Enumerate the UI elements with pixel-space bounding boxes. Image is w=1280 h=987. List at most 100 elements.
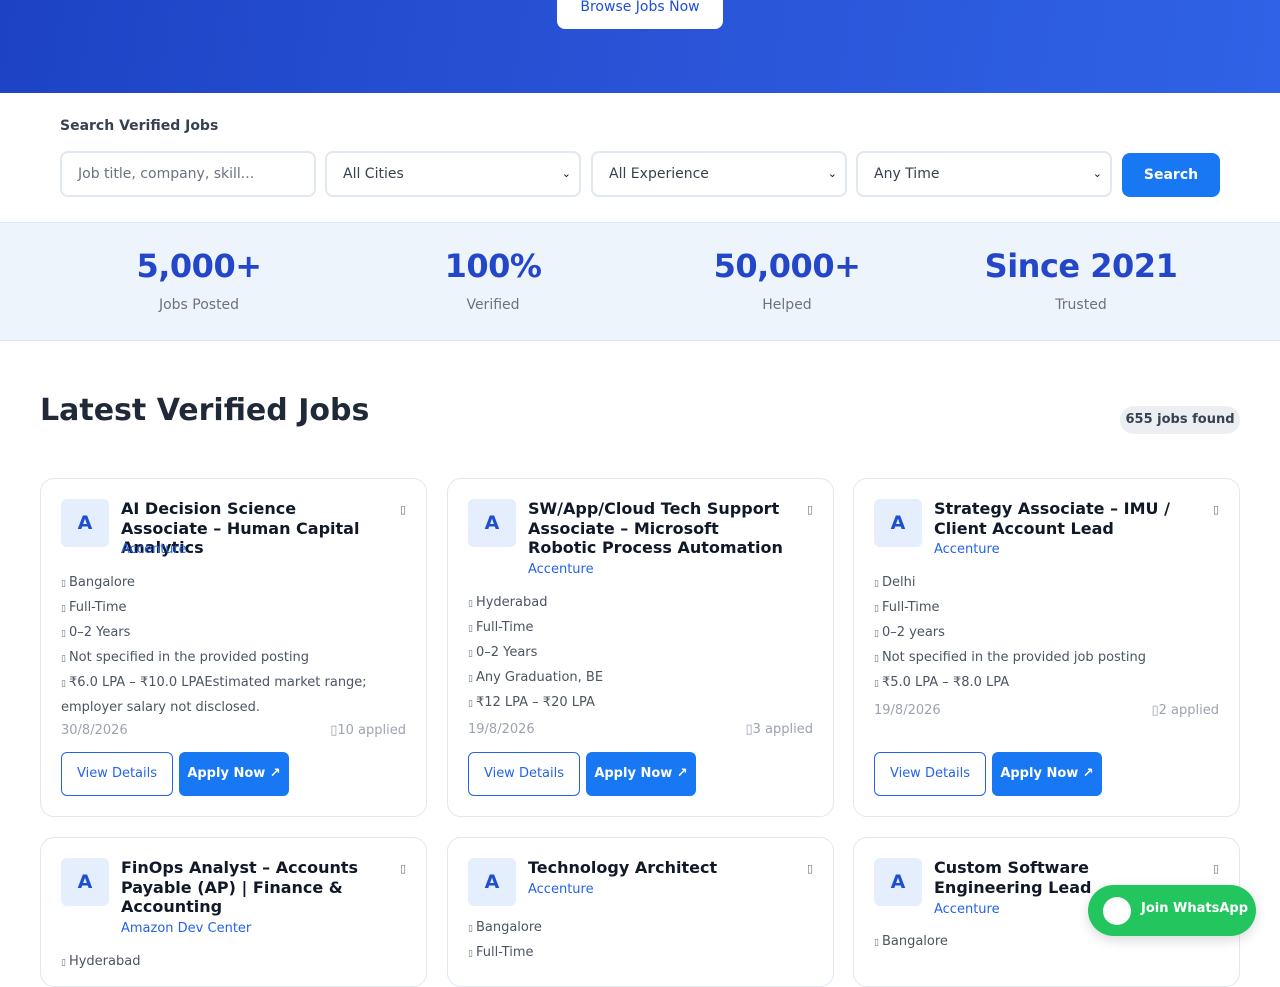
job-experience: 0–2 Years <box>475 645 538 660</box>
users-icon: ▯ <box>1151 703 1159 718</box>
job-card[interactable]: A Technology Architect Accenture ▯ ▯ Bang… <box>447 837 834 987</box>
job-location: Bangalore <box>881 934 948 949</box>
job-salary: ₹6.0 LPA – ₹10.0 LPAEstimated market ran… <box>61 675 367 715</box>
post-date: 19/8/2026 <box>874 703 941 718</box>
location-icon: ▯ <box>468 599 473 609</box>
company-logo: A <box>874 499 922 547</box>
education-icon: ▯ <box>874 654 879 664</box>
job-type: Full-Time <box>475 945 534 960</box>
job-title[interactable]: Strategy Associate – IMU / Client Accoun… <box>934 499 1196 538</box>
stat-value: 50,000+ <box>713 247 861 285</box>
apply-now-button[interactable]: Apply Now ↗ <box>179 752 289 796</box>
job-card[interactable]: A SW/App/Cloud Tech Support Associate – … <box>447 478 834 817</box>
experience-icon: ▯ <box>61 629 66 639</box>
jobs-count-badge: 655 jobs found <box>1120 406 1240 434</box>
job-title[interactable]: Technology Architect <box>528 858 790 878</box>
applied-count: ▯3 applied <box>745 722 813 737</box>
location-icon: ▯ <box>874 579 879 589</box>
stat-value: 100% <box>444 247 542 285</box>
job-title[interactable]: SW/App/Cloud Tech Support Associate – Mi… <box>528 499 790 558</box>
job-meta: ▯ Hyderabad <box>61 950 411 975</box>
apply-now-button[interactable]: Apply Now ↗ <box>586 752 696 796</box>
education-icon: ▯ <box>61 654 66 664</box>
company-name[interactable]: Accenture <box>934 542 1000 557</box>
location-icon: ▯ <box>61 579 66 589</box>
browse-jobs-button[interactable]: Browse Jobs Now <box>557 0 723 29</box>
experience-select[interactable]: All Experience ⌄ <box>591 151 847 197</box>
view-details-button[interactable]: View Details <box>61 752 173 796</box>
city-select-value: All Cities <box>343 166 404 182</box>
job-experience: 0–2 Years <box>68 625 131 640</box>
search-input[interactable]: Job title, company, skill... <box>60 151 316 197</box>
job-card[interactable]: A FinOps Analyst – Accounts Payable (AP)… <box>40 837 427 987</box>
job-education: Not specified in the provided posting <box>68 650 310 665</box>
search-title: Search Verified Jobs <box>60 118 219 134</box>
view-details-button[interactable]: View Details <box>468 752 580 796</box>
company-logo: A <box>468 858 516 906</box>
briefcase-icon: ▯ <box>61 604 66 614</box>
users-icon: ▯ <box>745 722 753 737</box>
apply-now-button[interactable]: Apply Now ↗ <box>992 752 1102 796</box>
applied-count: ▯2 applied <box>1151 703 1219 718</box>
company-name[interactable]: Accenture <box>528 882 594 897</box>
view-details-button[interactable]: View Details <box>874 752 986 796</box>
section-title: Latest Verified Jobs <box>40 393 370 428</box>
briefcase-icon: ▯ <box>468 624 473 634</box>
salary-icon: ▯ <box>61 679 66 689</box>
join-whatsapp-button[interactable]: Join WhatsApp <box>1088 885 1256 936</box>
job-location: Hyderabad <box>68 954 141 969</box>
experience-icon: ▯ <box>468 649 473 659</box>
company-logo: A <box>468 499 516 547</box>
briefcase-icon: ▯ <box>874 604 879 614</box>
job-education: Not specified in the provided job postin… <box>881 650 1146 665</box>
stat-label: Helped <box>762 297 812 313</box>
briefcase-icon: ▯ <box>468 949 473 959</box>
education-icon: ▯ <box>468 674 473 684</box>
job-title[interactable]: FinOps Analyst – Accounts Payable (AP) |… <box>121 858 383 917</box>
location-icon: ▯ <box>874 938 879 948</box>
bookmark-icon[interactable]: ▯ <box>1213 503 1219 516</box>
job-experience: 0–2 years <box>881 625 945 640</box>
stat-label: Jobs Posted <box>158 297 240 313</box>
stat-value: 5,000+ <box>136 247 262 285</box>
job-card[interactable]: A AI Decision Science Associate – Human … <box>40 478 427 817</box>
stat-verified: 100% Verified <box>346 247 640 313</box>
stat-label: Trusted <box>1055 297 1107 313</box>
bookmark-icon[interactable]: ▯ <box>1213 862 1219 875</box>
time-select-value: Any Time <box>874 166 940 182</box>
chevron-down-icon: ⌄ <box>827 167 837 180</box>
company-name[interactable]: Amazon Dev Center <box>121 921 251 936</box>
stat-jobs-posted: 5,000+ Jobs Posted <box>52 247 346 313</box>
stat-label: Verified <box>466 297 520 313</box>
job-location: Bangalore <box>68 575 135 590</box>
job-education: Any Graduation, BE <box>475 670 604 685</box>
company-name[interactable]: Accenture <box>528 562 594 577</box>
job-type: Full-Time <box>68 600 127 615</box>
bookmark-icon[interactable]: ▯ <box>807 862 813 875</box>
job-meta: ▯ Bangalore ▯ Full-Time ▯ 0–2 Years ▯ Not sp… <box>61 571 411 720</box>
location-icon: ▯ <box>468 924 473 934</box>
post-date: 19/8/2026 <box>468 722 535 737</box>
chevron-down-icon: ⌄ <box>561 167 571 180</box>
chevron-down-icon: ⌄ <box>1092 167 1102 180</box>
salary-icon: ▯ <box>874 679 879 689</box>
bookmark-icon[interactable]: ▯ <box>807 503 813 516</box>
experience-icon: ▯ <box>874 629 879 639</box>
company-name[interactable]: Accenture <box>121 542 187 557</box>
stat-value: Since 2021 <box>984 247 1178 285</box>
job-type: Full-Time <box>881 600 940 615</box>
stat-trusted: Since 2021 Trusted <box>934 247 1228 313</box>
stat-helped: 50,000+ Helped <box>640 247 934 313</box>
bookmark-icon[interactable]: ▯ <box>400 862 406 875</box>
company-logo: A <box>61 858 109 906</box>
search-button[interactable]: Search <box>1122 153 1220 197</box>
time-select[interactable]: Any Time ⌄ <box>856 151 1112 197</box>
company-name[interactable]: Accenture <box>934 902 1000 917</box>
hero-banner: Browse Jobs Now <box>0 0 1280 93</box>
post-date: 30/8/2026 <box>61 723 128 738</box>
bookmark-icon[interactable]: ▯ <box>400 503 406 516</box>
experience-select-value: All Experience <box>609 166 709 182</box>
city-select[interactable]: All Cities ⌄ <box>325 151 581 197</box>
job-card[interactable]: A Strategy Associate – IMU / Client Acco… <box>853 478 1240 817</box>
search-panel: Search Verified Jobs Job title, company,… <box>0 93 1280 223</box>
